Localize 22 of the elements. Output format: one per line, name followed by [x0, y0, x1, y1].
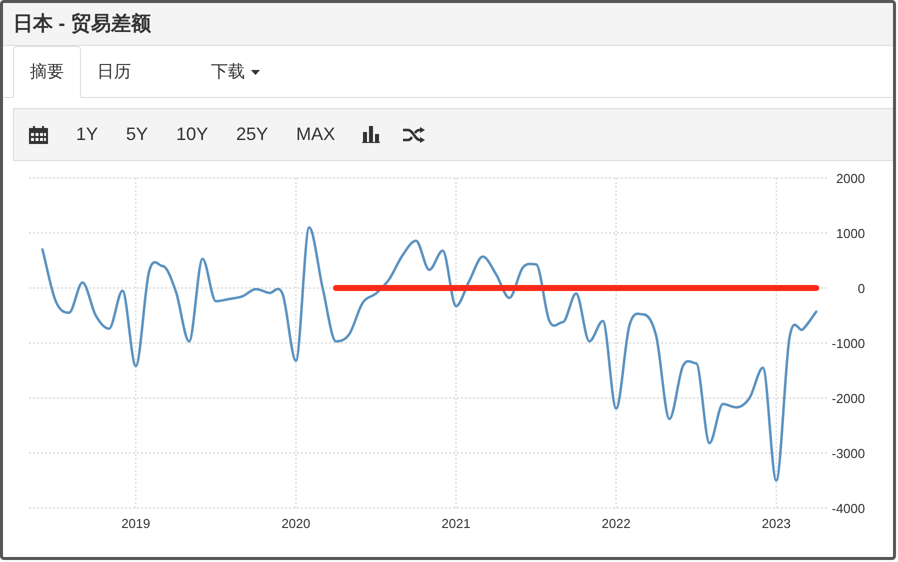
x-axis-label: 2022	[602, 516, 631, 531]
tab[interactable]: 日历	[81, 46, 147, 98]
y-axis-label: 1000	[836, 226, 865, 241]
y-axis-label: -1000	[832, 336, 865, 351]
x-axis-label: 2023	[762, 516, 791, 531]
y-axis-label: -3000	[832, 446, 865, 461]
x-axis-label: 2019	[121, 516, 150, 531]
range-button[interactable]: 10Y	[164, 116, 220, 152]
tab[interactable]: 下载	[195, 46, 276, 98]
range-button[interactable]: 1Y	[64, 116, 110, 152]
window-title: 日本 - 贸易差额	[13, 12, 151, 37]
tab[interactable]: 摘要	[13, 46, 81, 98]
y-axis-label: -4000	[832, 501, 865, 516]
caret-icon	[251, 70, 260, 74]
range-button[interactable]: 25Y	[224, 116, 280, 152]
y-axis-label: -2000	[832, 391, 865, 406]
range-button[interactable]: 5Y	[114, 116, 160, 152]
x-axis-label: 2021	[442, 516, 470, 531]
range-button[interactable]: MAX	[284, 116, 348, 152]
x-axis-label: 2020	[281, 516, 310, 531]
y-axis-label: 0	[858, 281, 865, 296]
y-axis-label: 2000	[836, 171, 865, 186]
